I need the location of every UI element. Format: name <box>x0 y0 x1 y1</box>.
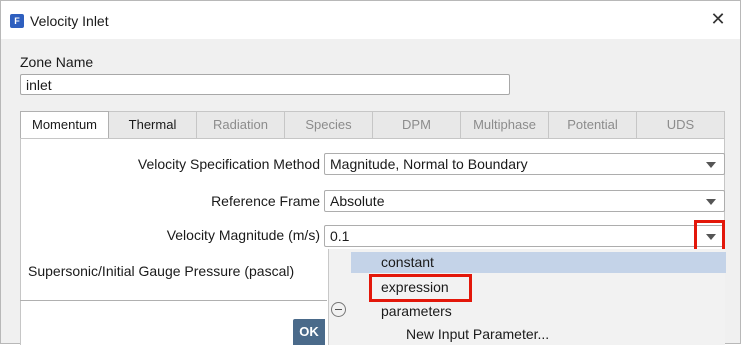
tab-momentum[interactable]: Momentum <box>20 111 109 139</box>
collapse-minus-icon[interactable] <box>331 302 346 317</box>
menu-item-parameters[interactable]: parameters <box>381 303 452 319</box>
tab-dpm[interactable]: DPM <box>373 111 461 139</box>
spec-method-select[interactable]: Magnitude, Normal to Boundary <box>324 153 725 175</box>
menu-item-new-input-parameter[interactable]: New Input Parameter... <box>406 326 549 342</box>
spec-method-value: Magnitude, Normal to Boundary <box>330 156 528 172</box>
velocity-inlet-dialog: F Velocity Inlet ✕ Zone Name inlet Momen… <box>0 0 741 345</box>
velocity-magnitude-value: 0.1 <box>330 228 350 244</box>
chevron-down-icon <box>706 199 716 205</box>
window-title: Velocity Inlet <box>30 13 109 29</box>
menu-item-constant[interactable]: constant <box>351 252 726 273</box>
reference-frame-label: Reference Frame <box>211 193 320 209</box>
tab-potential[interactable]: Potential <box>549 111 637 139</box>
fluent-app-icon: F <box>10 14 24 28</box>
spec-method-label: Velocity Specification Method <box>137 156 320 172</box>
title-bar: F Velocity Inlet ✕ <box>1 1 740 39</box>
tab-uds[interactable]: UDS <box>637 111 725 139</box>
velocity-magnitude-label: Velocity Magnitude (m/s) <box>166 227 320 243</box>
expression-highlight <box>369 274 472 302</box>
velocity-magnitude-field[interactable]: 0.1 <box>324 225 725 247</box>
reference-frame-select[interactable]: Absolute <box>324 190 725 212</box>
zone-name-field[interactable]: inlet <box>20 74 510 95</box>
tab-radiation[interactable]: Radiation <box>197 111 285 139</box>
reference-frame-value: Absolute <box>330 193 385 209</box>
divider <box>20 300 327 301</box>
zone-name-label: Zone Name <box>20 54 94 70</box>
tab-bar: Momentum Thermal Radiation Species DPM M… <box>20 111 725 139</box>
chevron-down-icon <box>706 162 716 168</box>
tab-thermal[interactable]: Thermal <box>109 111 197 139</box>
tab-multiphase[interactable]: Multiphase <box>461 111 549 139</box>
ok-button[interactable]: OK <box>293 319 325 345</box>
gauge-pressure-label: Supersonic/Initial Gauge Pressure (pasca… <box>28 263 295 279</box>
close-icon[interactable]: ✕ <box>708 9 728 29</box>
tab-species[interactable]: Species <box>285 111 373 139</box>
